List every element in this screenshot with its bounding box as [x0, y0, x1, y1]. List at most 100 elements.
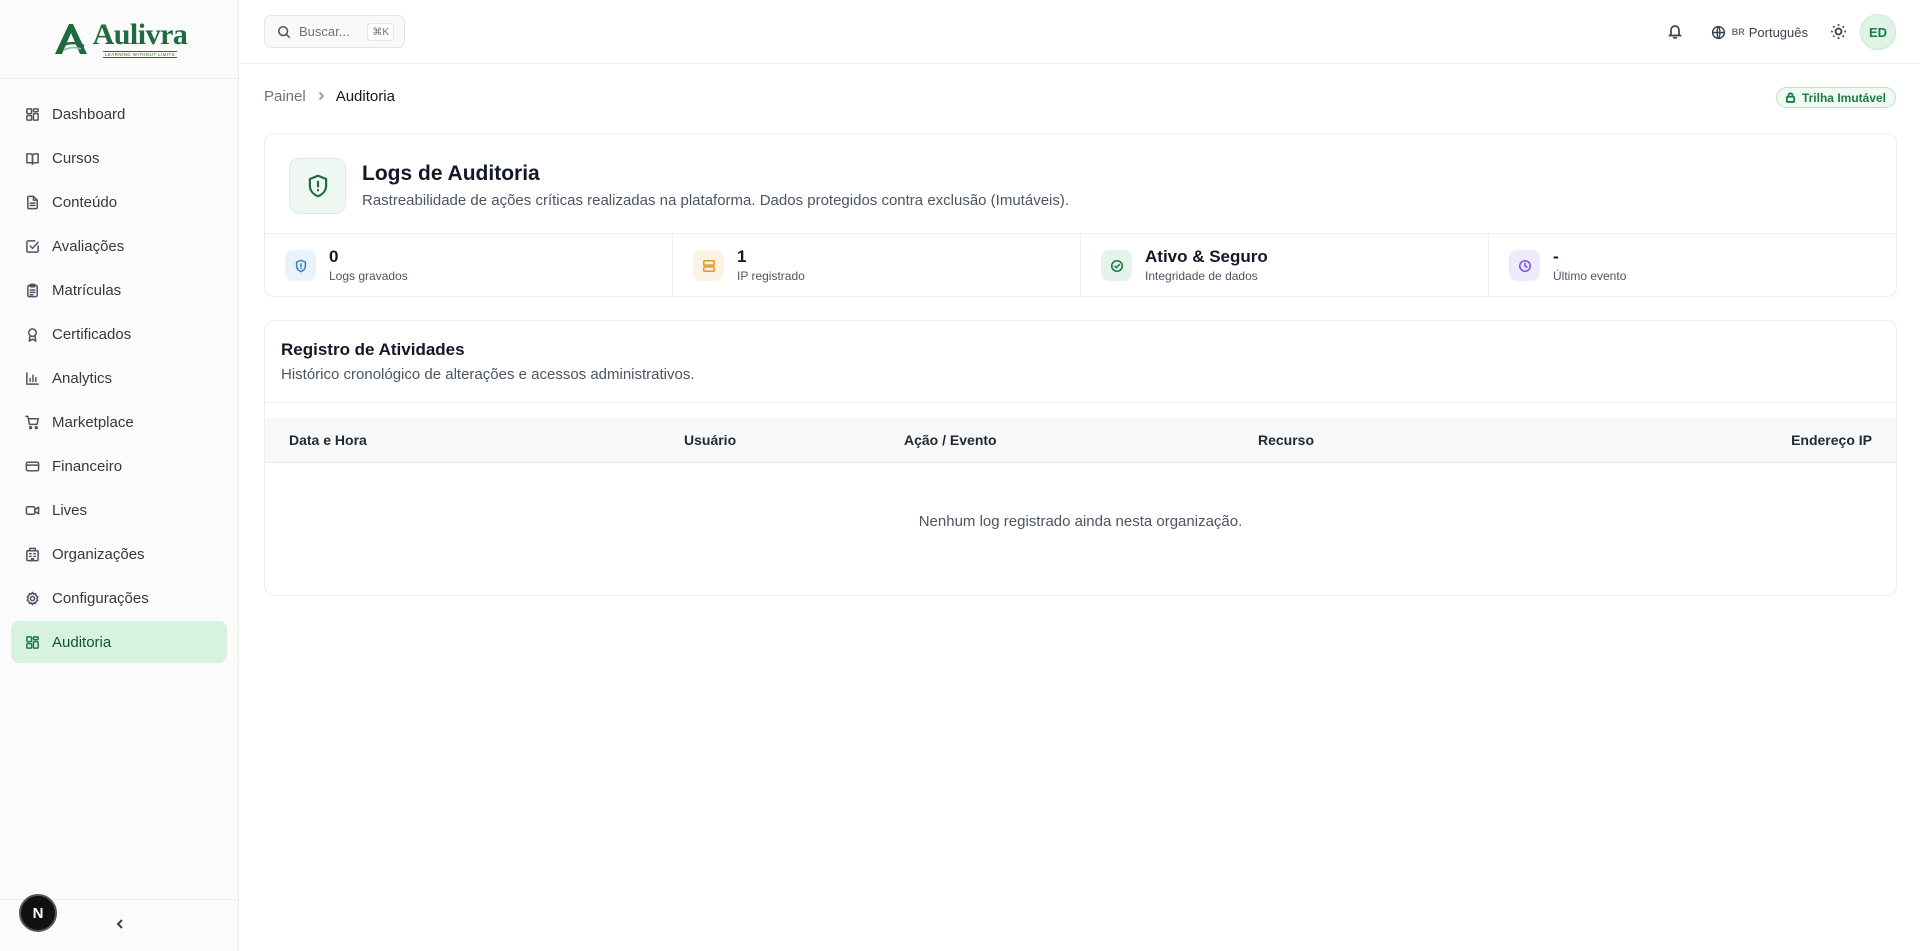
stat-value: - — [1553, 247, 1559, 266]
clipboard-icon — [24, 282, 40, 298]
sidebar-item-matriculas[interactable]: Matrículas — [11, 269, 227, 311]
sidebar-item-label: Configurações — [52, 589, 149, 607]
brand-name: Aulivra — [92, 18, 188, 51]
brand-logo[interactable]: Aulivra LEARNING WITHOUT LIMITS — [0, 0, 238, 79]
check-square-icon — [24, 238, 40, 254]
column-header-user[interactable]: Usuário — [684, 432, 736, 448]
page-subtitle: Rastreabilidade de ações críticas realiz… — [362, 192, 1070, 209]
page-title: Logs de Auditoria — [362, 162, 540, 185]
search-shortcut: ⌘K — [367, 23, 394, 41]
status-badge: Trilha Imutável — [1775, 87, 1896, 108]
column-header-action[interactable]: Ação / Evento — [904, 432, 997, 448]
dashboard-grid-icon — [24, 106, 40, 122]
server-icon — [693, 250, 724, 281]
topbar: Buscar... ⌘K BR Português ED — [240, 0, 1920, 64]
stat-label: Logs gravados — [329, 269, 408, 283]
column-header-datetime[interactable]: Data e Hora — [289, 432, 367, 448]
gear-icon — [24, 590, 40, 606]
sidebar-item-label: Analytics — [52, 369, 113, 387]
lock-icon — [1785, 92, 1796, 103]
award-icon — [24, 326, 40, 342]
logo-mark-icon — [54, 24, 87, 54]
stat-logs: 0 Logs gravados — [265, 234, 673, 297]
empty-state-message: Nenhum log registrado ainda nesta organi… — [918, 513, 1243, 530]
theme-toggle[interactable] — [1830, 23, 1848, 41]
shield-icon — [285, 250, 316, 281]
breadcrumb-parent[interactable]: Painel — [264, 88, 306, 105]
globe-icon — [1711, 25, 1725, 39]
audit-header-card: Logs de Auditoria Rastreabilidade de açõ… — [264, 133, 1897, 297]
sidebar-item-marketplace[interactable]: Marketplace — [11, 401, 227, 443]
sidebar-item-label: Dashboard — [52, 105, 126, 123]
stat-value: Ativo & Seguro — [1145, 247, 1268, 266]
stat-ip: 1 IP registrado — [673, 234, 1081, 297]
chevron-right-icon — [316, 89, 326, 104]
shopping-cart-icon — [24, 414, 40, 430]
breadcrumb: Painel Auditoria — [264, 88, 395, 105]
column-header-ip[interactable]: Endereço IP — [1791, 432, 1872, 448]
book-open-icon — [24, 150, 40, 166]
sidebar-item-certificados[interactable]: Certificados — [11, 313, 227, 355]
sidebar-item-label: Lives — [52, 501, 88, 519]
sidebar-item-financeiro[interactable]: Financeiro — [11, 445, 227, 487]
divider — [265, 402, 1896, 403]
stat-last-event: - Último evento — [1489, 234, 1896, 297]
language-flag: BR — [1731, 27, 1745, 37]
bell-icon — [1667, 25, 1682, 39]
check-circle-icon — [1101, 250, 1132, 281]
sidebar-item-cursos[interactable]: Cursos — [11, 137, 227, 179]
sidebar-item-label: Certificados — [52, 325, 132, 343]
language-label: Português — [1748, 24, 1808, 40]
sidebar: Aulivra LEARNING WITHOUT LIMITS Dashboar… — [0, 0, 239, 951]
sidebar-item-label: Financeiro — [52, 457, 123, 475]
breadcrumb-current: Auditoria — [335, 88, 395, 105]
sidebar-item-label: Cursos — [52, 149, 100, 167]
sidebar-item-label: Organizações — [52, 545, 145, 563]
sidebar-item-conteudo[interactable]: Conteúdo — [11, 181, 227, 223]
stat-label: Integridade de dados — [1145, 269, 1258, 283]
notifications-button[interactable] — [1667, 23, 1685, 41]
main-content: Painel Auditoria Trilha Imutável Logs de… — [240, 65, 1920, 951]
stat-value: 1 — [737, 247, 747, 266]
sidebar-item-label: Avaliações — [52, 237, 125, 255]
sidebar-item-label: Conteúdo — [52, 193, 118, 211]
column-header-resource[interactable]: Recurso — [1258, 432, 1314, 448]
sidebar-item-organizacoes[interactable]: Organizações — [11, 533, 227, 575]
chevron-left-icon — [116, 919, 123, 929]
sidebar-nav: Dashboard Cursos Conteúdo Avaliações Mat… — [0, 79, 238, 663]
brand-tagline: LEARNING WITHOUT LIMITS — [102, 51, 178, 58]
sidebar-item-label: Matrículas — [52, 281, 122, 299]
stat-integrity: Ativo & Seguro Integridade de dados — [1081, 234, 1489, 297]
sidebar-item-auditoria[interactable]: Auditoria — [11, 621, 227, 663]
stat-label: Último evento — [1553, 269, 1627, 283]
stat-value: 0 — [329, 247, 339, 266]
credit-card-icon — [24, 458, 40, 474]
collapse-sidebar-button[interactable] — [112, 916, 128, 932]
sidebar-item-avaliacoes[interactable]: Avaliações — [11, 225, 227, 267]
sidebar-item-configuracoes[interactable]: Configurações — [11, 577, 227, 619]
video-icon — [24, 502, 40, 518]
building-icon — [24, 546, 40, 562]
sidebar-item-lives[interactable]: Lives — [11, 489, 227, 531]
dev-tools-badge[interactable]: N — [19, 894, 57, 932]
avatar[interactable]: ED — [1860, 14, 1896, 50]
sidebar-item-dashboard[interactable]: Dashboard — [11, 93, 227, 135]
stats-row: 0 Logs gravados 1 IP registrado Ativo & … — [265, 233, 1896, 297]
sun-icon — [1831, 24, 1846, 39]
activity-title: Registro de Atividades — [281, 340, 465, 359]
sidebar-item-label: Auditoria — [52, 633, 112, 651]
activity-subtitle: Histórico cronológico de alterações e ac… — [281, 366, 695, 383]
search-placeholder: Buscar... — [299, 24, 350, 39]
search-input[interactable]: Buscar... ⌘K — [264, 15, 405, 48]
status-badge-label: Trilha Imutável — [1801, 90, 1886, 105]
table-header: Data e Hora Usuário Ação / Evento Recurs… — [265, 418, 1896, 463]
audit-grid-icon — [24, 634, 40, 650]
bar-chart-icon — [24, 370, 40, 386]
file-text-icon — [24, 194, 40, 210]
sidebar-item-analytics[interactable]: Analytics — [11, 357, 227, 399]
shield-alert-icon — [289, 158, 346, 214]
activity-log-card: Registro de Atividades Histórico cronoló… — [264, 320, 1897, 596]
stat-label: IP registrado — [737, 269, 805, 283]
topbar-actions: BR Português ED — [1667, 14, 1896, 50]
language-selector[interactable]: BR Português — [1711, 25, 1808, 40]
